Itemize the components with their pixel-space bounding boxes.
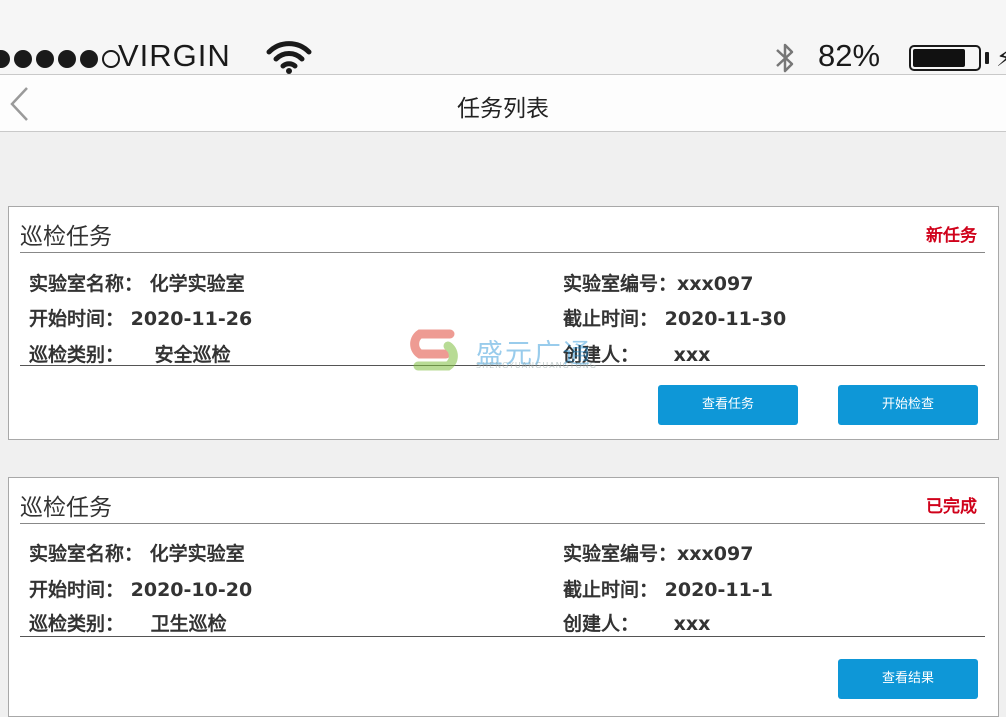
watermark-logo-icon [410,329,458,371]
lab-name-value: 化学实验室 [149,273,245,295]
end-time-value: 2020-11-1 [664,579,773,601]
divider [20,252,985,253]
end-time-value: 2020-11-30 [664,308,787,330]
end-time-label: 截止时间： [563,308,659,330]
page-title: 任务列表 [457,96,549,122]
carrier-name: VIRGIN [118,38,231,73]
lab-name-label: 实验室名称： [29,273,144,295]
lab-name-field: 实验室名称： 化学实验室 [29,269,245,296]
view-task-button[interactable]: 查看任务 [658,385,798,425]
lab-no-value: xxx097 [677,273,754,295]
lab-no-value: xxx097 [677,543,754,565]
status-badge: 已完成 [926,497,977,517]
watermark-subtext: SHENGYUANGUANGTONG [476,361,597,370]
battery-icon [909,45,981,71]
start-time-label: 开始时间： [29,308,125,330]
signal-dots-icon [0,42,120,76]
bluetooth-icon [776,43,794,73]
creator-field: 创建人： xxx [563,609,710,636]
lab-no-field: 实验室编号：xxx097 [563,269,753,296]
divider [20,523,985,524]
lab-name-field: 实验室名称： 化学实验室 [29,539,245,566]
inspection-type-label: 巡检类别： [29,344,125,366]
lab-no-label: 实验室编号： [563,543,678,565]
lab-name-label: 实验室名称： [29,543,144,565]
start-time-value: 2020-10-20 [130,579,253,601]
creator-value: xxx [673,344,711,366]
end-time-field: 截止时间： 2020-11-30 [563,304,786,331]
task-title: 巡检任务 [20,495,112,521]
status-badge: 新任务 [926,226,977,246]
start-time-label: 开始时间： [29,579,125,601]
lab-no-label: 实验室编号： [563,273,678,295]
divider [20,636,985,637]
charging-icon: ⚡ [996,44,1006,72]
inspection-type-field: 巡检类别： 卫生巡检 [29,609,227,636]
start-time-field: 开始时间： 2020-10-20 [29,575,252,602]
navigation-bar: 任务列表 [0,74,1006,132]
start-time-value: 2020-11-26 [130,308,253,330]
end-time-field: 截止时间： 2020-11-1 [563,575,773,602]
end-time-label: 截止时间： [563,579,659,601]
start-inspection-button[interactable]: 开始检查 [838,385,978,425]
wifi-icon [266,41,312,74]
creator-value: xxx [673,613,711,635]
battery-nub [985,52,989,64]
inspection-type-value: 卫生巡检 [150,613,227,635]
inspection-type-value: 安全巡检 [154,344,231,366]
status-bar: VIRGIN 82% ⚡ [0,0,1006,74]
task-card: 巡检任务 新任务 实验室名称： 化学实验室 实验室编号：xxx097 开始时间：… [8,206,999,440]
task-title: 巡检任务 [20,224,112,250]
inspection-type-label: 巡检类别： [29,613,125,635]
view-result-button[interactable]: 查看结果 [838,659,978,699]
battery-percent: 82% [818,38,881,73]
task-card: 巡检任务 已完成 实验室名称： 化学实验室 实验室编号：xxx097 开始时间：… [8,477,999,717]
inspection-type-field: 巡检类别： 安全巡检 [29,340,231,367]
start-time-field: 开始时间： 2020-11-26 [29,304,252,331]
lab-no-field: 实验室编号：xxx097 [563,539,753,566]
creator-label: 创建人： [563,613,640,635]
lab-name-value: 化学实验室 [149,543,245,565]
